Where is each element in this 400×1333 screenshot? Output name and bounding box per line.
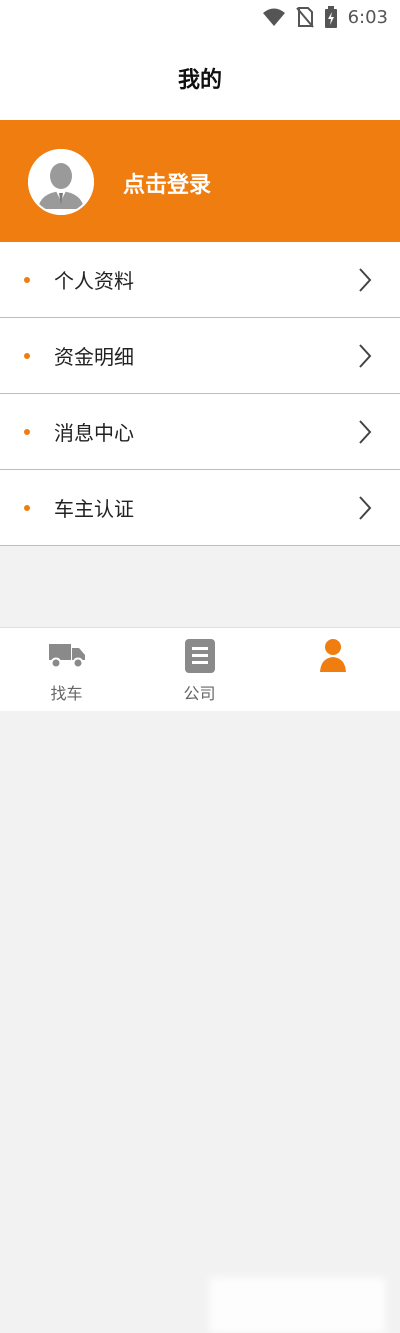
tab-label: 公司 (183, 684, 216, 703)
chevron-right-icon (359, 420, 372, 444)
menu-list: 个人资料 资金明细 消息中心 车主认证 (0, 242, 400, 546)
tab-mine[interactable] (266, 628, 399, 711)
tab-company[interactable]: 公司 (133, 628, 266, 711)
menu-item-messages[interactable]: 消息中心 (0, 394, 400, 470)
battery-charging-icon (324, 6, 337, 28)
bullet-dot-icon (24, 429, 30, 435)
truck-icon (48, 644, 85, 669)
user-avatar-icon (28, 149, 94, 215)
menu-item-label: 车主认证 (54, 497, 134, 521)
menu-item-label: 消息中心 (54, 421, 134, 445)
status-icons: 6:03 (262, 6, 388, 28)
person-icon (319, 639, 346, 672)
bullet-dot-icon (24, 277, 30, 283)
menu-item-owner-verification[interactable]: 车主认证 (0, 470, 400, 546)
login-banner[interactable]: 点击登录 (0, 120, 400, 242)
menu-item-profile[interactable]: 个人资料 (0, 242, 400, 318)
tab-label: 找车 (50, 684, 83, 703)
bullet-dot-icon (24, 353, 30, 359)
chevron-right-icon (359, 268, 372, 292)
document-icon (184, 639, 215, 673)
chevron-right-icon (359, 496, 372, 520)
avatar[interactable] (28, 149, 94, 215)
bottom-tab-bar: 找车 公司 (0, 627, 400, 1333)
chevron-right-icon (359, 344, 372, 368)
menu-item-funds[interactable]: 资金明细 (0, 318, 400, 394)
login-link[interactable]: 点击登录 (123, 167, 211, 199)
tab-find-truck[interactable]: 找车 (0, 628, 133, 711)
status-bar: 6:03 (0, 0, 400, 36)
obscured-overlay (210, 1278, 385, 1333)
status-time: 6:03 (347, 6, 388, 28)
bullet-dot-icon (24, 505, 30, 511)
page-header: 我的 (0, 36, 400, 120)
no-sim-icon (295, 7, 314, 28)
menu-item-label: 个人资料 (54, 269, 134, 293)
page-title: 我的 (177, 68, 222, 93)
wifi-icon (262, 8, 285, 26)
menu-item-label: 资金明细 (54, 345, 134, 369)
